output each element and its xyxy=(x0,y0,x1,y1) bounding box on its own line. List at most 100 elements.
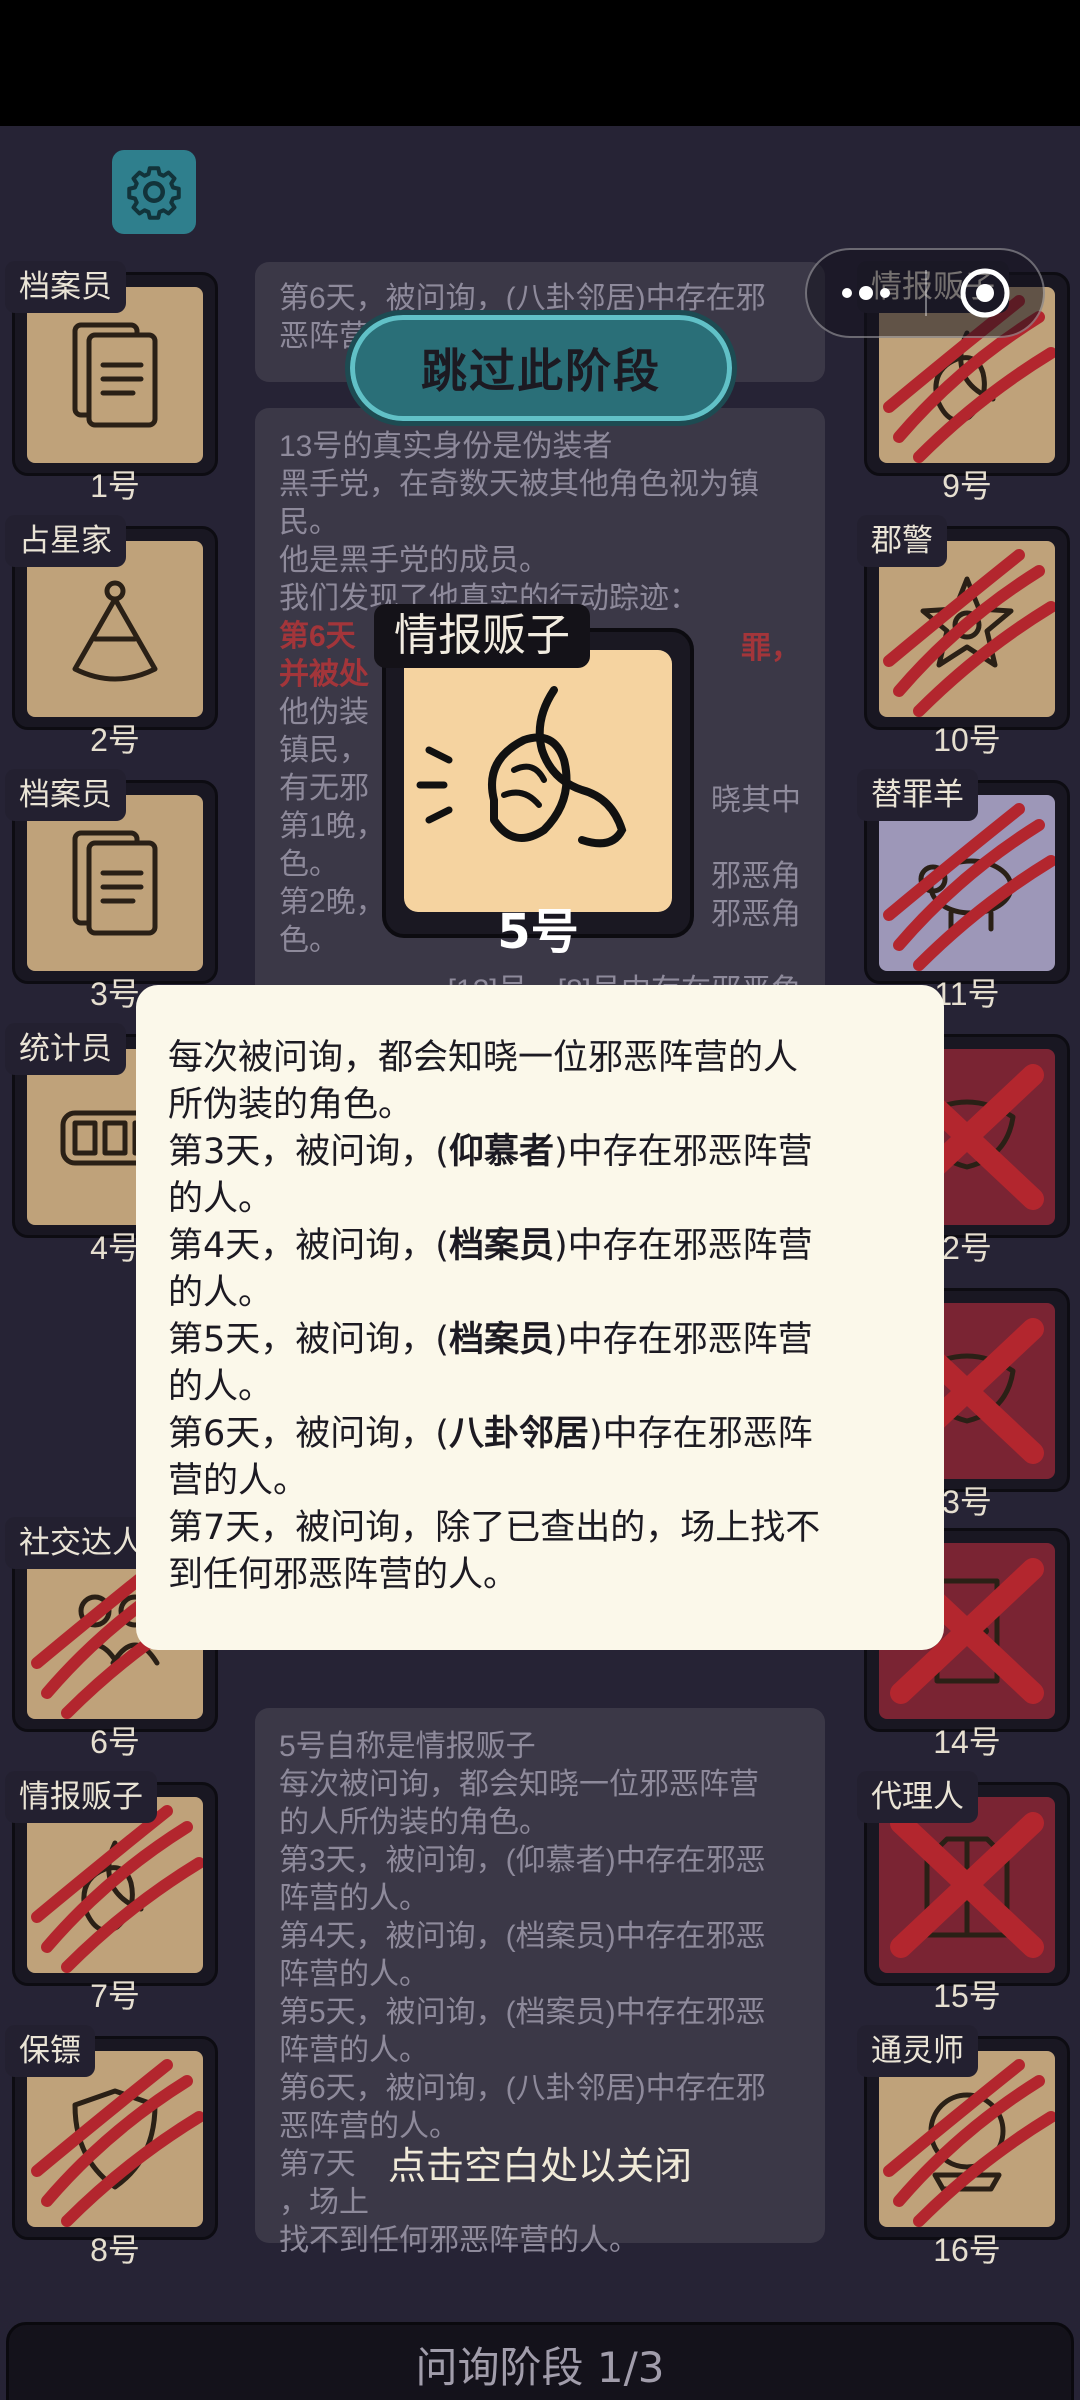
cross-mark-overlay xyxy=(890,1812,1044,1958)
role-name: 档案员 xyxy=(5,261,126,313)
popup-text: 所伪装的角色。 xyxy=(168,1085,414,1125)
popup-line: 所伪装的角色。 xyxy=(168,1082,912,1129)
popup-text: 的人。 xyxy=(168,1273,274,1313)
role-name: 档案员 xyxy=(5,769,126,821)
popup-line: 第4天，被问询，(档案员)中存在邪恶阵营 xyxy=(168,1223,912,1270)
log-line: 第6天，被问询，(八卦邻居)中存在邪 xyxy=(279,2072,766,2105)
log-line: 的人所伪装的角色。 xyxy=(279,1806,549,1839)
popup-text: 的人。 xyxy=(168,1367,274,1407)
popup-line: 第7天，被问询，除了已查出的，场上找不 xyxy=(168,1505,912,1552)
log-line: 第5天，被问询，(档案员)中存在邪恶 xyxy=(279,1996,766,2029)
focused-role-number: 5号 xyxy=(497,904,579,960)
popup-text: 营的人。 xyxy=(168,1461,309,1501)
more-dots-icon xyxy=(842,286,890,300)
player-card[interactable]: 情报贩子 7号 xyxy=(5,1771,218,2014)
popup-line: 的人。 xyxy=(168,1270,912,1317)
claw-mark-overlay xyxy=(883,549,1055,717)
popup-text: 第7天，被问询，除了已查出的，场上找不 xyxy=(168,1508,821,1548)
seat-number: 10号 xyxy=(933,722,1001,758)
status-bar xyxy=(0,0,1080,126)
role-name: 通灵师 xyxy=(857,2025,978,2077)
log-line: 第4天，被问询，(档案员)中存在邪恶 xyxy=(279,1920,766,1953)
seat-number: 6号 xyxy=(90,1724,140,1760)
focused-role-card: 情报贩子 5号 xyxy=(374,604,694,960)
popup-line: 第3天，被问询，(仰慕者)中存在邪恶阵营 xyxy=(168,1129,912,1176)
log-line: 黑手党，在奇数天被其他角色视为镇 xyxy=(279,468,759,501)
role-name: 占星家 xyxy=(5,515,126,567)
focused-role-name: 情报贩子 xyxy=(374,604,590,668)
settings-button[interactable] xyxy=(112,150,196,234)
seat-number: 2号 xyxy=(90,722,140,758)
player-card[interactable]: 档案员 3号 xyxy=(5,769,218,1012)
skip-phase-button[interactable]: 跳过此阶段 xyxy=(345,310,737,426)
role-art xyxy=(879,795,1055,971)
phase-label: 问询阶段 1/3 xyxy=(415,2343,665,2392)
document-icon xyxy=(72,322,158,428)
role-name: 社交达人 xyxy=(5,1517,157,1569)
log-line: 民。 xyxy=(279,506,339,539)
role-name: 代理人 xyxy=(857,1771,978,1823)
log-line: 阵营的人。 xyxy=(279,1882,429,1915)
popup-role-highlight: 八卦邻居 xyxy=(448,1414,589,1454)
role-name: 统计员 xyxy=(5,1023,126,1075)
claw-mark-overlay xyxy=(883,803,1055,971)
log-line: 5号自称是情报贩子 xyxy=(279,1730,536,1763)
claw-mark-overlay xyxy=(31,1805,203,1973)
role-art xyxy=(27,795,203,971)
popup-text: )中存在邪恶阵营 xyxy=(553,1320,813,1360)
role-name: 替罪羊 xyxy=(857,769,978,821)
popup-line: 第5天，被问询，(档案员)中存在邪恶阵营 xyxy=(168,1317,912,1364)
skip-phase-label: 跳过此阶段 xyxy=(421,344,661,398)
popup-role-highlight: 档案员 xyxy=(448,1320,554,1360)
popup-role-highlight: 仰慕者 xyxy=(448,1132,554,1172)
role-art xyxy=(27,287,203,463)
log-line-fragment: 邪恶角 xyxy=(711,860,801,893)
seat-number: 16号 xyxy=(933,2232,1001,2268)
player-card[interactable]: 档案员 1号 xyxy=(5,261,218,504)
role-name: 保镖 xyxy=(5,2025,95,2077)
role-art xyxy=(879,541,1055,717)
exit-button[interactable] xyxy=(927,250,1043,336)
sextant-icon xyxy=(72,580,158,682)
tap-to-close-hint[interactable]: 点击空白处以关闭 xyxy=(0,2135,1080,2190)
role-description-popup: 每次被问询，都会知晓一位邪恶阵营的人 所伪装的角色。 第3天，被问询，(仰慕者)中存… xyxy=(136,985,944,1650)
popup-line: 每次被问询，都会知晓一位邪恶阵营的人 xyxy=(168,1035,912,1082)
popup-text: 第5天，被问询，( xyxy=(168,1320,449,1360)
seat-number: 1号 xyxy=(90,468,140,504)
log-line: 阵营的人。 xyxy=(279,1958,429,1991)
log-line: 第3天，被问询，(仰慕者)中存在邪恶 xyxy=(279,1844,766,1877)
popup-text: )中存在邪恶阵营 xyxy=(553,1226,813,1266)
log-line-fragment: 邪恶角 xyxy=(711,898,801,931)
popup-text: 第3天，被问询，( xyxy=(168,1132,449,1172)
seat-number: 8号 xyxy=(90,2232,140,2268)
log-line: 他是黑手党的成员。 xyxy=(279,544,549,577)
popup-text: )中存在邪恶阵营 xyxy=(553,1132,813,1172)
role-name: 情报贩子 xyxy=(5,1771,157,1823)
log-line-fragment: 晓其中 xyxy=(711,784,801,817)
gear-icon xyxy=(127,166,181,220)
whisper-icon xyxy=(416,686,627,848)
seat-number: 15号 xyxy=(933,1978,1001,2014)
log-line: 13号的真实身份是伪装者 xyxy=(279,430,613,463)
player-card[interactable]: 代理人 15号 xyxy=(857,1771,1070,2014)
document-icon xyxy=(72,830,158,936)
seat-number: 14号 xyxy=(933,1724,1001,1760)
popup-line: 的人。 xyxy=(168,1364,912,1411)
player-card[interactable]: 占星家 2号 xyxy=(5,515,218,758)
role-name: 郡警 xyxy=(857,515,947,567)
seat-number: 9号 xyxy=(942,468,992,504)
log-line: 阵营的人。 xyxy=(279,2034,429,2067)
target-exit-icon xyxy=(960,268,1010,318)
role-art xyxy=(27,1797,203,1973)
popup-text: 的人。 xyxy=(168,1179,274,1219)
player-card[interactable]: 郡警 10号 xyxy=(857,515,1070,758)
focused-role-art xyxy=(404,650,672,912)
popup-text: 到任何邪恶阵营的人。 xyxy=(168,1555,519,1595)
player-card[interactable]: 替罪羊 11号 xyxy=(857,769,1070,1012)
popup-line: 第6天，被问询，(八卦邻居)中存在邪恶阵 xyxy=(168,1411,912,1458)
seat-number: 7号 xyxy=(90,1978,140,2014)
phase-bar: 问询阶段 1/3 xyxy=(6,2322,1074,2400)
more-menu-button[interactable] xyxy=(807,250,925,336)
popup-text: 每次被问询，都会知晓一位邪恶阵营的人 xyxy=(168,1038,799,1078)
role-art xyxy=(879,1797,1055,1973)
